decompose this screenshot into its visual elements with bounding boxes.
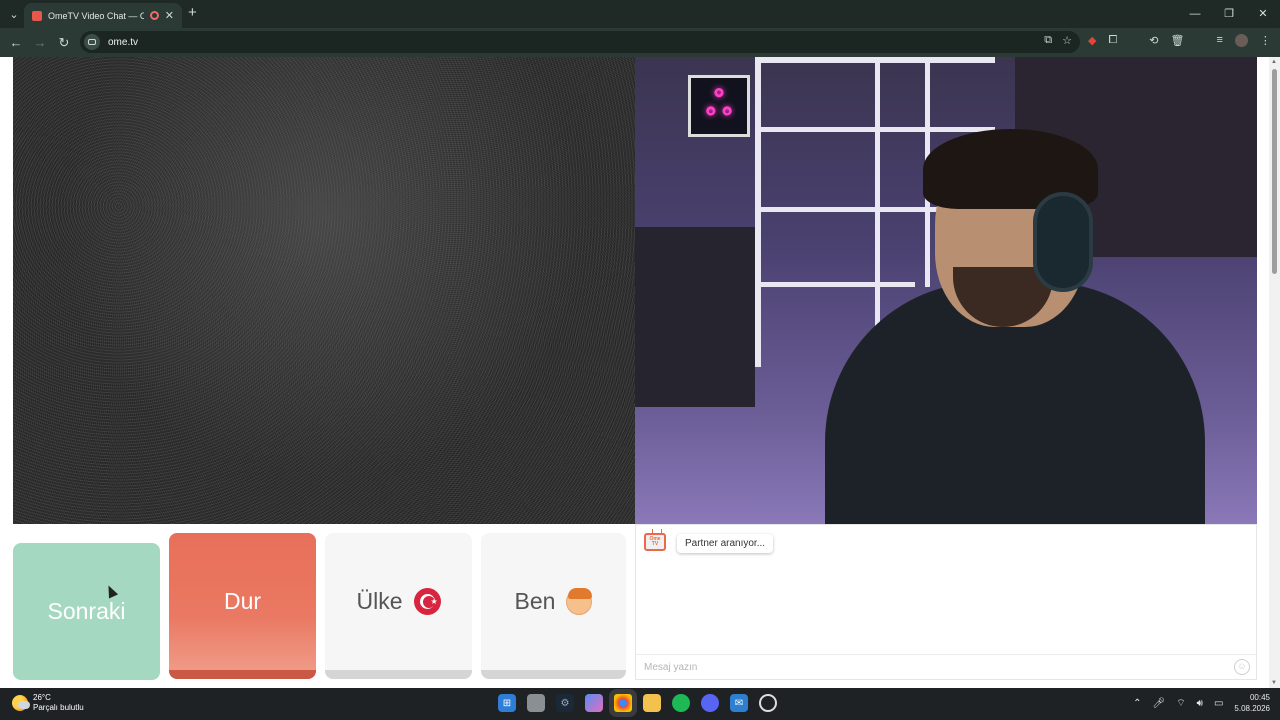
system-tray: ⌃ 🎤︎ ⌔ 🔊︎ ▭ 00:45 5.08.2026 [1133, 692, 1270, 714]
next-button[interactable]: Sonraki [13, 543, 160, 680]
install-app-icon[interactable]: ⧉ [1044, 34, 1052, 47]
extensions-puzzle-icon[interactable]: ⧠ [1108, 34, 1117, 47]
tab-title: OmeTV Video Chat — Omegle [48, 10, 144, 21]
microphone-icon[interactable]: 🎤︎ [1153, 698, 1166, 709]
toolbar-spacer [1196, 34, 1204, 47]
weather-description: Parçalı bulutlu [33, 703, 84, 712]
minimize-button[interactable]: — [1178, 0, 1212, 28]
close-window-button[interactable]: ✕ [1246, 0, 1280, 28]
volume-icon[interactable]: 🔊︎ [1197, 698, 1203, 709]
steam-icon[interactable]: ⚙ [556, 694, 574, 712]
tray-overflow-chevron-icon[interactable]: ⌃ [1133, 698, 1141, 709]
scroll-down-icon[interactable]: ▼ [1271, 680, 1277, 686]
address-bar[interactable]: ome.tv ⧉ ☆ [80, 31, 1080, 53]
boy-emoji-icon [566, 587, 593, 615]
scroll-up-icon[interactable]: ▲ [1271, 59, 1277, 65]
weather-widget[interactable]: 26°C Parçalı bulutlu [12, 693, 84, 713]
toolbar-spacer [1129, 34, 1137, 47]
partner-video-static [13, 57, 635, 524]
scrollbar-thumb[interactable] [1272, 69, 1277, 274]
chrome-icon[interactable] [614, 694, 632, 712]
copilot-icon[interactable] [585, 694, 603, 712]
reload-button[interactable]: ↻ [52, 35, 76, 51]
taskbar-apps: ⊞ ⚙ ✉ [498, 694, 777, 712]
battery-icon[interactable]: ▭ [1214, 698, 1223, 709]
url-text: ome.tv [108, 36, 139, 48]
gender-button[interactable]: Ben [481, 533, 626, 679]
neon-sign: ஃ [688, 75, 750, 137]
wifi-icon[interactable]: ⌔ [1176, 697, 1185, 710]
chatgpt-icon[interactable] [759, 694, 777, 712]
browser-tab[interactable]: OmeTV Video Chat — Omegle ✕ [24, 3, 182, 28]
shelf [755, 282, 915, 287]
extension-red-icon[interactable]: ◆ [1088, 34, 1096, 47]
profile-avatar-icon[interactable] [1234, 34, 1248, 47]
mail-icon[interactable]: ✉ [730, 694, 748, 712]
spotify-icon[interactable] [672, 694, 690, 712]
site-info-icon[interactable] [84, 34, 100, 50]
tab-close-icon[interactable]: ✕ [165, 9, 174, 22]
new-tab-button[interactable]: + [188, 4, 197, 21]
discord-icon[interactable] [701, 694, 719, 712]
history-icon[interactable]: ⟲ [1149, 34, 1158, 47]
gender-button-label: Ben [514, 588, 556, 614]
browser-tab-bar: ⌄ OmeTV Video Chat — Omegle ✕ + — ❐ ✕ [0, 0, 1280, 28]
stop-button-label: Dur [223, 588, 262, 614]
back-button[interactable]: ← [4, 35, 28, 50]
message-input[interactable]: Mesaj yazın [636, 654, 1256, 679]
headphones [1033, 192, 1093, 292]
browser-toolbar: ← → ↻ ome.tv ⧉ ☆ ◆ ⧠ ⟲ 🗑 ≡ ⋮ [0, 28, 1280, 57]
clock[interactable]: 00:45 5.08.2026 [1234, 692, 1270, 714]
page-content: ஃ Sonraki Dur Ülke ★ Ben Ome TV Partner … [0, 57, 1280, 688]
file-explorer-icon[interactable] [643, 694, 661, 712]
stop-button[interactable]: Dur [169, 533, 316, 679]
turkey-flag-icon: ★ [413, 588, 441, 615]
window-controls: — ❐ ✕ [1178, 0, 1280, 28]
browser-menu-icon[interactable]: ⋮ [1260, 34, 1271, 47]
emoji-icon[interactable]: ☺ [1234, 659, 1250, 675]
country-button[interactable]: Ülke ★ [325, 533, 472, 679]
restore-button[interactable]: ❐ [1212, 0, 1246, 28]
logo-text-tv: TV [651, 541, 659, 547]
next-button-label: Sonraki [47, 598, 126, 624]
reading-list-icon[interactable]: ≡ [1216, 34, 1222, 47]
shelf-post [755, 57, 761, 367]
forward-button[interactable]: → [28, 35, 52, 50]
dresser [635, 227, 755, 407]
weather-temperature: 26°C [33, 693, 51, 702]
trash-icon[interactable]: 🗑 [1171, 34, 1185, 47]
page-scrollbar[interactable]: ▲ ▼ [1269, 57, 1280, 688]
shelf-post [875, 57, 880, 357]
country-button-label: Ülke [356, 588, 403, 614]
start-windows-icon[interactable]: ⊞ [498, 694, 516, 712]
partly-cloudy-icon [12, 695, 30, 711]
bookmark-star-icon[interactable]: ☆ [1062, 34, 1072, 47]
chat-panel: Ome TV Partner aranıyor... Mesaj yazın ☺ [635, 524, 1257, 680]
clock-date: 5.08.2026 [1234, 704, 1270, 713]
task-view-icon[interactable] [527, 694, 545, 712]
recording-indicator-icon [149, 11, 159, 20]
ometv-logo-icon: Ome TV [644, 529, 666, 551]
tab-favicon-icon [32, 10, 42, 21]
status-message: Partner aranıyor... [677, 534, 774, 553]
self-camera-video: ஃ [635, 57, 1257, 524]
os-taskbar: 26°C Parçalı bulutlu ⊞ ⚙ ✉ ⌃ 🎤︎ ⌔ 🔊︎ ▭ 0… [0, 688, 1280, 720]
clock-time: 00:45 [1249, 693, 1270, 702]
